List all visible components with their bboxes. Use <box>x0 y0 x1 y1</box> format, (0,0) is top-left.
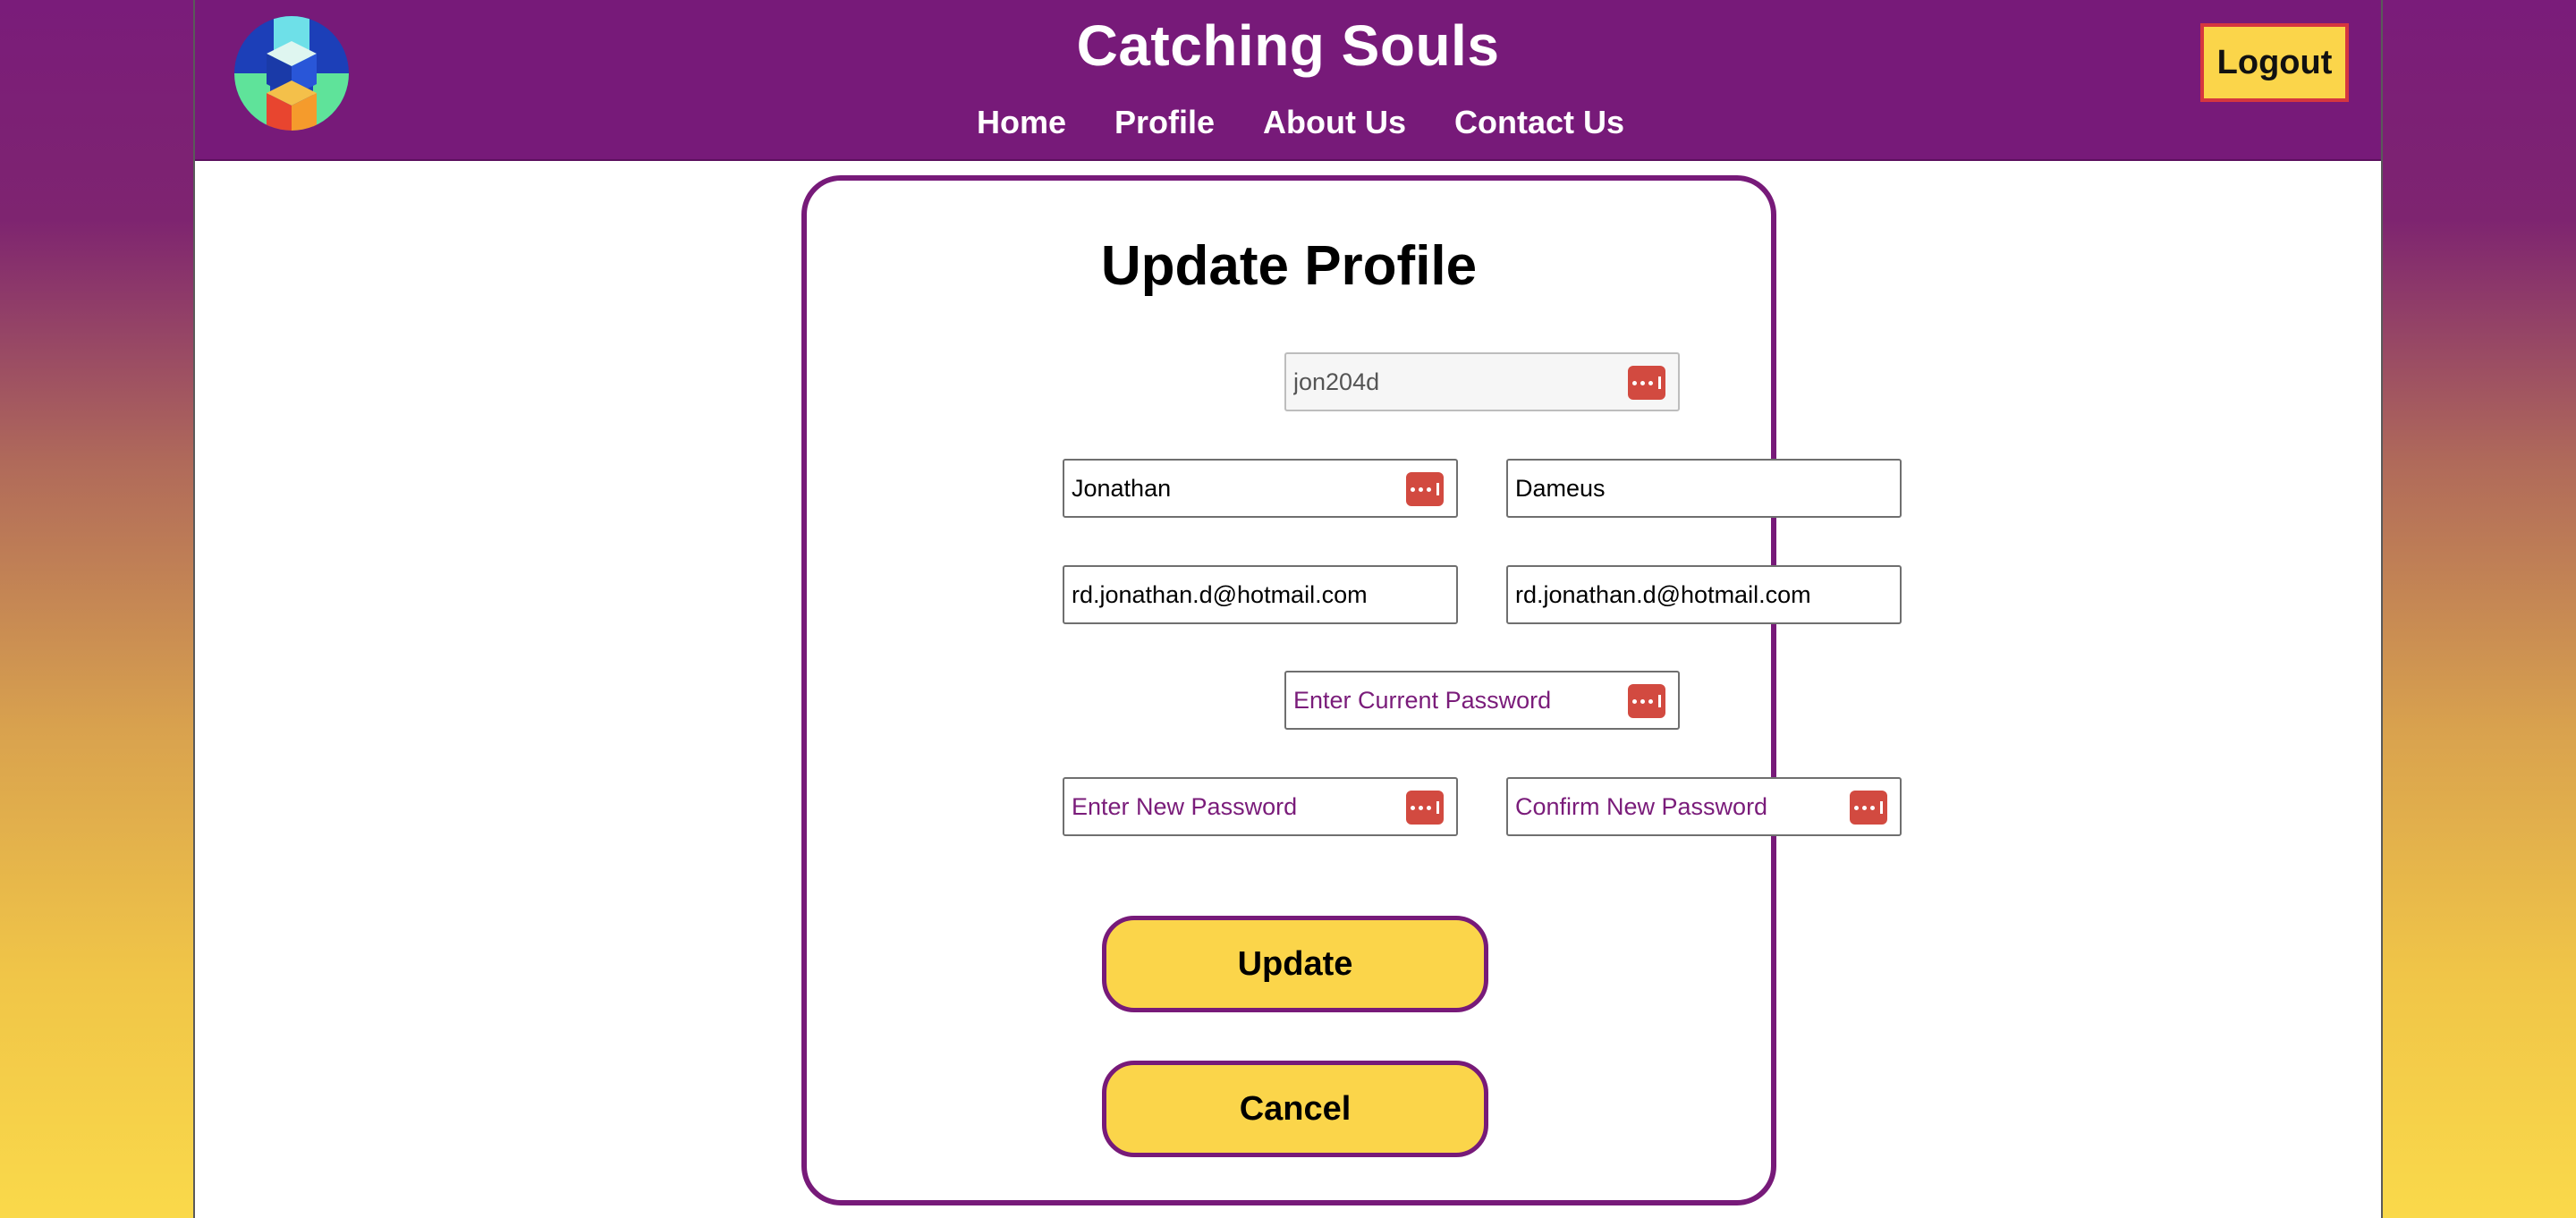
password-manager-icon[interactable] <box>1850 791 1887 825</box>
first-name-field[interactable] <box>1064 461 1456 516</box>
site-header: Catching Souls Home Profile About Us Con… <box>195 0 2381 161</box>
nav-about-us[interactable]: About Us <box>1263 104 1406 141</box>
password-manager-icon[interactable] <box>1406 472 1444 506</box>
first-name-field-wrapper <box>1063 459 1458 518</box>
logout-button[interactable]: Logout <box>2200 23 2349 102</box>
confirm-password-field[interactable] <box>1508 779 1900 834</box>
confirm-password-field-wrapper <box>1506 777 1902 836</box>
current-password-field[interactable] <box>1286 672 1678 728</box>
last-name-field-wrapper <box>1506 459 1902 518</box>
new-password-field-wrapper <box>1063 777 1458 836</box>
password-manager-icon[interactable] <box>1628 366 1665 400</box>
page-title: Update Profile <box>1100 235 1478 297</box>
update-button[interactable]: Update <box>1102 916 1488 1012</box>
password-manager-icon[interactable] <box>1406 791 1444 825</box>
nav-contact-us[interactable]: Contact Us <box>1454 104 1624 141</box>
site-title: Catching Souls <box>1076 13 1500 78</box>
page-container: Catching Souls Home Profile About Us Con… <box>193 0 2383 1218</box>
nav-profile[interactable]: Profile <box>1114 104 1215 141</box>
cancel-button[interactable]: Cancel <box>1102 1061 1488 1157</box>
current-password-field-wrapper <box>1284 671 1680 730</box>
last-name-field[interactable] <box>1508 461 1900 516</box>
nav-home[interactable]: Home <box>977 104 1066 141</box>
email-field[interactable] <box>1064 567 1456 622</box>
confirm-email-field-wrapper <box>1506 565 1902 624</box>
confirm-email-field[interactable] <box>1508 567 1900 622</box>
update-profile-card: Update Profile jon204d Jonathan Dameus r… <box>801 175 1902 1205</box>
new-password-field[interactable] <box>1064 779 1456 834</box>
username-field[interactable] <box>1286 354 1678 410</box>
password-manager-icon[interactable] <box>1628 684 1665 718</box>
email-field-wrapper <box>1063 565 1458 624</box>
username-field-wrapper <box>1284 352 1680 411</box>
main-nav: Home Profile About Us Contact Us <box>195 104 2381 141</box>
